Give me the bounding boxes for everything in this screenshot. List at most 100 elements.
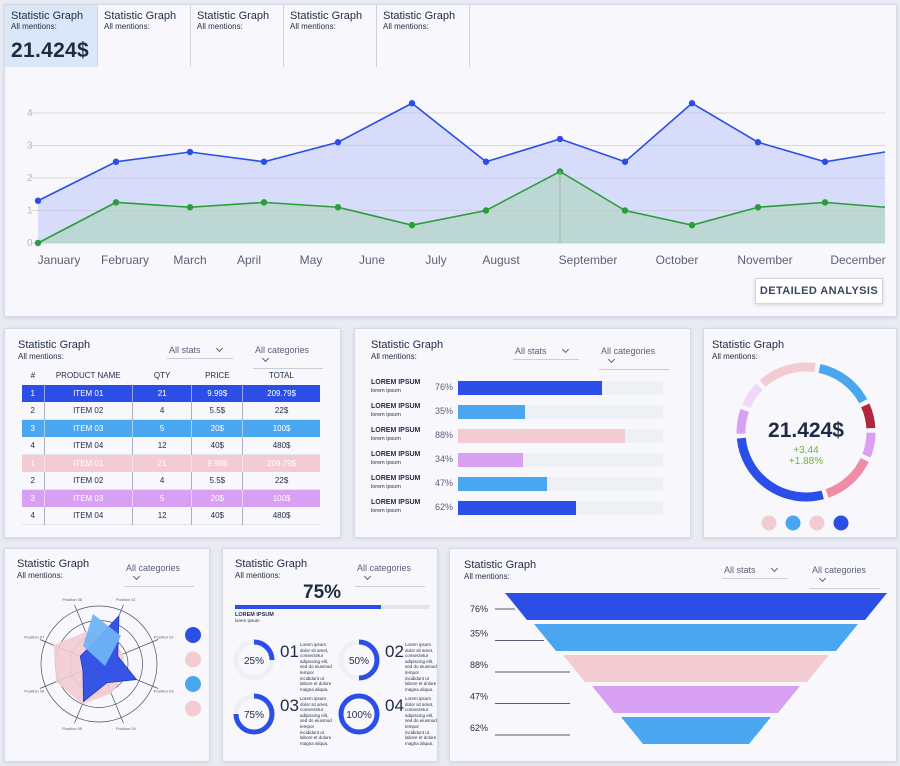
categories-dropdown[interactable]: All categories	[599, 343, 669, 370]
table-cell: 40$	[191, 437, 244, 455]
bar-sublabel: lorem ipsum	[371, 388, 401, 394]
table-cell: ITEM 04	[44, 507, 133, 525]
radar-chart: Position 01 Position 02 Position 03 Positio…	[24, 597, 201, 731]
bar-track	[458, 429, 663, 443]
table-cell: ITEM 03	[44, 489, 133, 507]
legend-dot	[185, 651, 201, 668]
table-header: # PRODUCT NAME QTY PRICE TOTAL	[22, 367, 320, 385]
main-chart-card: Statistic Graph All mentions: 21.424$ St…	[4, 4, 897, 317]
card-subtitle: All mentions:	[371, 352, 417, 361]
gauge-number: 01	[280, 642, 299, 661]
table-cell: ITEM 03	[44, 419, 133, 437]
bar	[458, 381, 603, 395]
series-blue-point	[112, 158, 120, 165]
data-table: # PRODUCT NAME QTY PRICE TOTAL 1 ITEM 01 21 9.9…	[22, 367, 320, 525]
donut-card: Statistic Graph All mentions: 21.424$ +3…	[703, 328, 897, 538]
table-cell: 209.79$	[267, 459, 297, 468]
bar-sublabel: lorem ipsum	[371, 460, 401, 466]
tab-statistic-3[interactable]: Statistic Graph All mentions:	[191, 5, 284, 67]
gauge-description: Lorem ipsum dolor sit amet, consectetur …	[405, 642, 437, 692]
funnel-stage	[505, 593, 887, 620]
tab-subtitle: All mentions:	[11, 22, 57, 31]
table-row[interactable]: 2 ITEM 02 4 5.5$ 22$	[22, 402, 320, 420]
table-cell: 22$	[274, 476, 289, 485]
y-tick-label: 1	[27, 206, 33, 217]
x-tick-label: November	[737, 253, 792, 267]
table-row[interactable]: 3 ITEM 03 5 20$ 100$	[22, 419, 320, 437]
x-tick-label: April	[237, 253, 261, 267]
bar-label: LOREM IPSUM lorem ipsum	[371, 379, 420, 395]
table-cell: 4	[22, 507, 45, 525]
gauge-value: 25%	[244, 656, 264, 667]
series-blue-point	[556, 135, 564, 143]
tab-value: 21.424$	[11, 39, 90, 62]
radar-axis-label: Position 05	[62, 726, 83, 731]
table-cell: 5	[132, 489, 193, 507]
bar-track	[458, 477, 663, 491]
table-cell: 22$	[274, 406, 289, 415]
chevron-down-icon	[607, 355, 616, 364]
funnel-label: 47%	[470, 692, 488, 702]
tab-title: Statistic Graph	[290, 10, 363, 22]
tab-subtitle: All mentions:	[383, 22, 429, 31]
table-row[interactable]: 3 ITEM 03 5 20$ 100$	[22, 489, 320, 507]
funnel-label: 76%	[470, 604, 488, 614]
column-header: QTY	[153, 371, 171, 381]
table-card: Statistic Graph All mentions: All stats …	[4, 328, 341, 538]
series-green-point	[621, 207, 629, 214]
table-row[interactable]: 1 ITEM 01 21 9.99$ 209.79$	[22, 454, 320, 472]
gauge-description: Lorem ipsum dolor sit amet, consectetur …	[405, 696, 437, 746]
radar-axis-label: Position 06	[24, 688, 45, 693]
tab-subtitle: All mentions:	[290, 22, 336, 31]
bar-label-text: LOREM IPSUM	[371, 427, 421, 434]
table-cell: 480$	[272, 441, 291, 450]
table-cell: 1	[22, 384, 45, 402]
detailed-analysis-button[interactable]: DETAILED ANALYSIS	[755, 278, 883, 304]
table-cell: 4	[22, 437, 45, 455]
bar-track	[458, 453, 663, 467]
table-row[interactable]: 1 ITEM 01 21 9.99$ 209.79$	[22, 384, 320, 402]
table-row[interactable]: 4 ITEM 04 12 40$ 480$	[22, 507, 320, 525]
radar-card: Statistic Graph All mentions: All catego…	[4, 548, 210, 762]
card-subtitle: All mentions:	[18, 352, 64, 361]
bar-label: LOREM IPSUM lorem ipsum	[371, 475, 420, 491]
series-blue-point	[186, 148, 194, 156]
chevron-down-icon	[561, 345, 569, 354]
table-cell: ITEM 01	[44, 384, 133, 402]
categories-dropdown[interactable]: All categories	[253, 342, 323, 369]
stats-dropdown[interactable]: All stats	[513, 343, 579, 360]
series-green-point	[408, 221, 416, 229]
series-green-point	[334, 204, 342, 211]
series-green-point	[688, 221, 696, 229]
bar-percent: 34%	[435, 454, 454, 464]
legend-dot	[761, 515, 777, 531]
donut-change-1: +3.44	[793, 445, 819, 456]
table-cell: 100$	[272, 494, 291, 503]
gauge-description: Lorem ipsum dolor sit amet, consectetur …	[300, 642, 332, 692]
tab-statistic-4[interactable]: Statistic Graph All mentions:	[284, 5, 377, 67]
series-blue-point	[482, 158, 490, 165]
legend-dot	[185, 676, 201, 692]
tab-title: Statistic Graph	[383, 10, 456, 22]
bar-sublabel: lorem ipsum	[371, 484, 401, 490]
tab-statistic-5[interactable]: Statistic Graph All mentions:	[377, 5, 470, 67]
x-tick-label: June	[359, 253, 385, 267]
table-cell: 3	[22, 489, 45, 507]
tab-subtitle: All mentions:	[197, 22, 243, 31]
table-row[interactable]: 4 ITEM 04 12 40$ 480$	[22, 437, 320, 455]
donut-center-value: 21.424$	[768, 419, 844, 442]
legend-dot	[185, 627, 201, 643]
radar-axis-label: Position 08	[62, 597, 83, 602]
tab-statistic-2[interactable]: Statistic Graph All mentions:	[98, 5, 191, 67]
series-blue-point	[688, 100, 696, 107]
tab-statistic-1[interactable]: Statistic Graph All mentions: 21.424$	[5, 5, 98, 67]
gauges-card: Statistic Graph All mentions: All catego…	[222, 548, 438, 762]
bar-percent: 62%	[435, 502, 454, 512]
bar-track	[458, 381, 663, 395]
table-row[interactable]: 2 ITEM 02 4 5.5$ 22$	[22, 472, 320, 490]
table-cell: 40$	[191, 507, 244, 525]
bar	[458, 501, 576, 515]
stats-dropdown[interactable]: All stats	[167, 342, 233, 359]
series-blue-point	[408, 100, 416, 107]
x-tick-label: October	[656, 253, 699, 267]
